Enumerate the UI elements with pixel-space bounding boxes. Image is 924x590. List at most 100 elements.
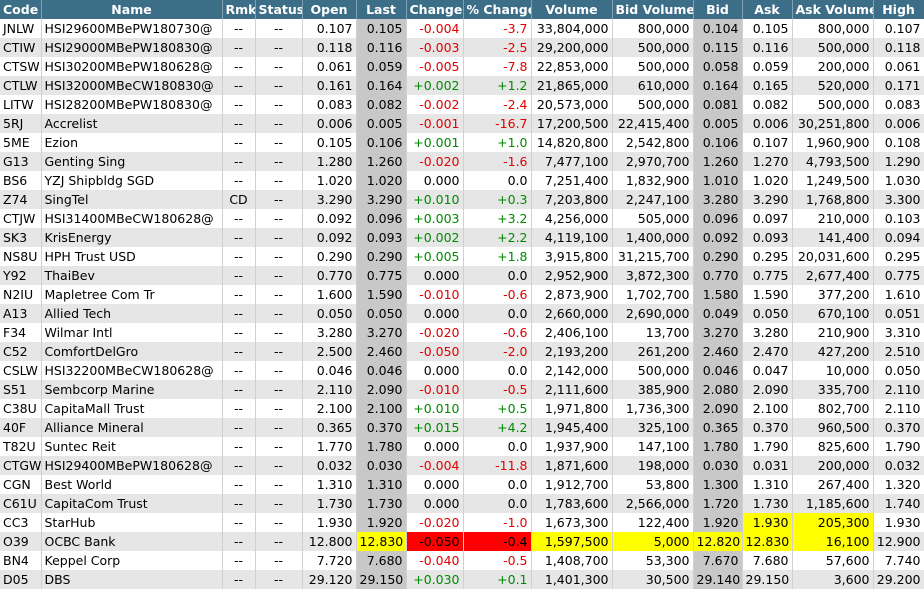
table-row[interactable]: C52 ComfortDelGro -- -- 2.500 2.460 -0.050 -2.0… — [0, 342, 924, 361]
cell-change: +0.015 — [406, 418, 464, 437]
cell-bid: 7.670 — [693, 551, 743, 570]
cell-status: -- — [255, 95, 303, 114]
col-header-bid[interactable]: Bid — [693, 0, 743, 19]
table-row[interactable]: Y92 ThaiBev -- -- 0.770 0.775 0.000 0.0 2,952,90… — [0, 266, 924, 285]
cell-ask-volume: 267,400 — [792, 475, 874, 494]
cell-pct-change: +0.3 — [463, 190, 532, 209]
table-row[interactable]: 40F Alliance Mineral -- -- 0.365 0.370 +0.015 +… — [0, 418, 924, 437]
cell-ask-volume: 30,251,800 — [792, 114, 874, 133]
cell-ask-volume: 960,500 — [792, 418, 874, 437]
table-row[interactable]: C61U CapitaCom Trust -- -- 1.730 1.730 0.000 0.… — [0, 494, 924, 513]
cell-ask: 2.100 — [742, 399, 793, 418]
table-row[interactable]: SK3 KrisEnergy -- -- 0.092 0.093 +0.002 +2.2 4,1… — [0, 228, 924, 247]
cell-open: 0.092 — [302, 209, 357, 228]
cell-volume: 1,912,700 — [531, 475, 613, 494]
col-header-bid-volume[interactable]: Bid Volume — [612, 0, 694, 19]
cell-ask-volume: 20,031,600 — [792, 247, 874, 266]
table-row[interactable]: G13 Genting Sing -- -- 1.280 1.260 -0.020 -1.6 7… — [0, 152, 924, 171]
cell-volume: 14,820,800 — [531, 133, 613, 152]
table-row[interactable]: CTJW HSI31400MBeCW180628@ -- -- 0.092 0.096 +0… — [0, 209, 924, 228]
cell-bid-volume: 505,000 — [612, 209, 694, 228]
table-row[interactable]: Z74 SingTel CD -- 3.290 3.290 +0.010 +0.3 7,203,… — [0, 190, 924, 209]
cell-rmk: -- — [222, 532, 256, 551]
table-row[interactable]: CTLW HSI32000MBeCW180830@ -- -- 0.161 0.164 +0… — [0, 76, 924, 95]
cell-ask-volume: 670,100 — [792, 304, 874, 323]
cell-name: StarHub — [41, 513, 223, 532]
col-header-ask-volume[interactable]: Ask Volume — [792, 0, 874, 19]
table-row[interactable]: C38U CapitaMall Trust -- -- 2.100 2.100 +0.010… — [0, 399, 924, 418]
cell-last: 1.590 — [356, 285, 407, 304]
cell-ask-volume: 57,600 — [792, 551, 874, 570]
table-row[interactable]: LITW HSI28200MBePW180830@ -- -- 0.083 0.082 -0… — [0, 95, 924, 114]
cell-bid-volume: 198,000 — [612, 456, 694, 475]
cell-bid: 2.080 — [693, 380, 743, 399]
cell-open: 0.032 — [302, 456, 357, 475]
cell-bid-volume: 22,415,400 — [612, 114, 694, 133]
cell-ask: 0.370 — [742, 418, 793, 437]
table-row[interactable]: JNLW HSI29600MBePW180730@ -- -- 0.107 0.105 -0… — [0, 19, 924, 38]
table-row[interactable]: CGN Best World -- -- 1.310 1.310 0.000 0.0 1,912… — [0, 475, 924, 494]
cell-pct-change: +1.2 — [463, 76, 532, 95]
cell-rmk: -- — [222, 418, 256, 437]
cell-last: 0.775 — [356, 266, 407, 285]
cell-name: Wilmar Intl — [41, 323, 223, 342]
cell-rmk: -- — [222, 342, 256, 361]
cell-open: 0.061 — [302, 57, 357, 76]
cell-bid-volume: 3,872,300 — [612, 266, 694, 285]
table-row[interactable]: S51 Sembcorp Marine -- -- 2.110 2.090 -0.010 -0… — [0, 380, 924, 399]
cell-bid: 0.096 — [693, 209, 743, 228]
cell-code: JNLW — [0, 19, 42, 38]
table-row[interactable]: CTSW HSI30200MBePW180628@ -- -- 0.061 0.059 -0… — [0, 57, 924, 76]
table-row[interactable]: CC3 StarHub -- -- 1.930 1.920 -0.020 -1.0 1,673,… — [0, 513, 924, 532]
cell-code: C52 — [0, 342, 42, 361]
col-header-open[interactable]: Open — [302, 0, 357, 19]
cell-name: Ezion — [41, 133, 223, 152]
cell-code: Z74 — [0, 190, 42, 209]
col-header-change[interactable]: Change — [406, 0, 464, 19]
col-header-volume[interactable]: Volume — [531, 0, 613, 19]
cell-pct-change: -16.7 — [463, 114, 532, 133]
cell-ask-volume: 1,249,500 — [792, 171, 874, 190]
cell-bid: 1.010 — [693, 171, 743, 190]
table-row[interactable]: CTIW HSI29000MBePW180830@ -- -- 0.118 0.116 -0… — [0, 38, 924, 57]
col-header-pct-change[interactable]: % Change — [463, 0, 532, 19]
table-row[interactable]: CSLW HSI32200MBeCW180628@ -- -- 0.046 0.046 0.… — [0, 361, 924, 380]
cell-bid-volume: 2,690,000 — [612, 304, 694, 323]
col-header-last[interactable]: Last — [356, 0, 407, 19]
cell-rmk: -- — [222, 304, 256, 323]
cell-high: 7.740 — [873, 551, 924, 570]
table-row[interactable]: 5RJ Accrelist -- -- 0.006 0.005 -0.001 -16.7 17,… — [0, 114, 924, 133]
col-header-status[interactable]: Status — [255, 0, 303, 19]
cell-code: BS6 — [0, 171, 42, 190]
table-row[interactable]: NS8U HPH Trust USD -- -- 0.290 0.290 +0.005 +1.… — [0, 247, 924, 266]
cell-last: 0.082 — [356, 95, 407, 114]
table-row[interactable]: CTGW HSI29400MBePW180628@ -- -- 0.032 0.030 -0… — [0, 456, 924, 475]
table-row[interactable]: BN4 Keppel Corp -- -- 7.720 7.680 -0.040 -0.5 1,… — [0, 551, 924, 570]
table-row[interactable]: T82U Suntec Reit -- -- 1.770 1.780 0.000 0.0 1,9… — [0, 437, 924, 456]
cell-ask: 0.116 — [742, 38, 793, 57]
col-header-name[interactable]: Name — [41, 0, 223, 19]
table-row[interactable]: F34 Wilmar Intl -- -- 3.280 3.270 -0.020 -0.6 2,… — [0, 323, 924, 342]
cell-rmk: -- — [222, 494, 256, 513]
cell-bid-volume: 53,800 — [612, 475, 694, 494]
cell-name: OCBC Bank — [41, 532, 223, 551]
cell-ask: 3.290 — [742, 190, 793, 209]
col-header-code[interactable]: Code — [0, 0, 42, 19]
table-row[interactable]: 5ME Ezion -- -- 0.105 0.106 +0.001 +1.0 14,820,8… — [0, 133, 924, 152]
table-row[interactable]: N2IU Mapletree Com Tr -- -- 1.600 1.590 -0.010… — [0, 285, 924, 304]
table-row[interactable]: O39 OCBC Bank -- -- 12.800 12.830 -0.050 -0.4 1,… — [0, 532, 924, 551]
table-row[interactable]: A13 Allied Tech -- -- 0.050 0.050 0.000 0.0 2,66… — [0, 304, 924, 323]
cell-code: G13 — [0, 152, 42, 171]
table-row[interactable]: D05 DBS -- -- 29.120 29.150 +0.030 +0.1 1,401,30… — [0, 570, 924, 589]
col-header-ask[interactable]: Ask — [742, 0, 793, 19]
cell-ask: 1.590 — [742, 285, 793, 304]
cell-high: 1.290 — [873, 152, 924, 171]
cell-ask-volume: 4,793,500 — [792, 152, 874, 171]
cell-code: C61U — [0, 494, 42, 513]
cell-ask-volume: 377,200 — [792, 285, 874, 304]
table-row[interactable]: BS6 YZJ Shipbldg SGD -- -- 1.020 1.020 0.000 0.… — [0, 171, 924, 190]
col-header-high[interactable]: High — [873, 0, 924, 19]
cell-pct-change: 0.0 — [463, 266, 532, 285]
cell-ask: 0.059 — [742, 57, 793, 76]
col-header-rmk[interactable]: Rmk — [222, 0, 256, 19]
